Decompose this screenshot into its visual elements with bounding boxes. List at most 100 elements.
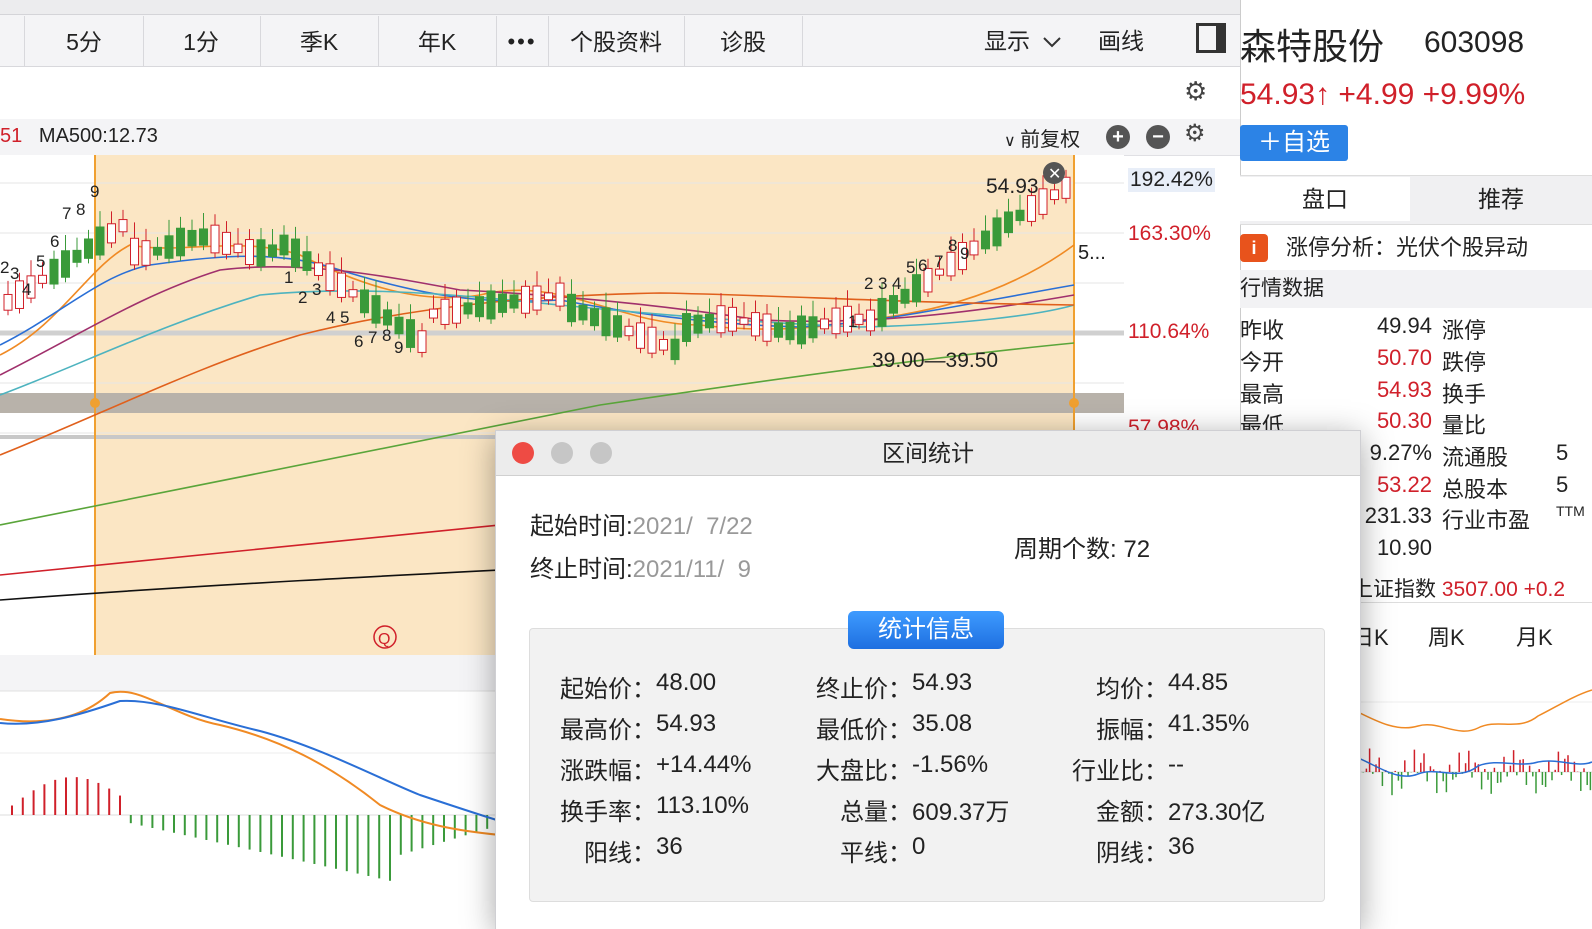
display-label: 显示: [984, 28, 1030, 54]
last-price-marker: 54.93: [986, 175, 1039, 198]
candle: [774, 322, 783, 338]
candle: [452, 296, 461, 324]
candle: [1027, 195, 1036, 222]
candle: [716, 305, 726, 334]
stat-label: 总量：: [840, 799, 912, 826]
limit-up-analysis[interactable]: i 涨停分析：光伏个股异动: [1240, 228, 1592, 268]
zoom-out-icon[interactable]: −: [1146, 125, 1170, 149]
tab-1min[interactable]: 1分: [142, 16, 261, 66]
range-statistics-dialog: 区间统计 起始时间:2021/ 7/22 终止时间:2021/11/ 9 周期个…: [495, 430, 1361, 929]
candle: [463, 302, 473, 315]
range-price-label: 39.00—39.50: [872, 349, 998, 372]
candle: [946, 251, 956, 277]
candle: [291, 238, 300, 268]
candle: [670, 338, 680, 361]
period-count-label: 周期个数:: [1014, 536, 1117, 563]
candle: [866, 309, 875, 332]
price-zone-band: [0, 393, 1124, 413]
pct-axis-label-3: 110.64%: [1128, 320, 1210, 343]
tab-diagnose[interactable]: 诊股: [684, 16, 803, 66]
toggle-sidebar-icon[interactable]: [1196, 23, 1226, 53]
fuquan-dropdown[interactable]: ∨ 前复权: [1004, 123, 1080, 152]
candle: [981, 230, 990, 250]
candle: [302, 251, 312, 271]
more-menu-button[interactable]: •••: [496, 16, 549, 66]
candle: [49, 258, 59, 285]
stat-label: 换手率：: [560, 799, 656, 826]
td-sequence-label: 3: [10, 264, 19, 283]
index-row[interactable]: 上证指数 3507.00 +0.2: [1352, 573, 1565, 603]
candle: [199, 228, 208, 246]
stat-label: 终止价：: [816, 676, 912, 703]
td-sequence-label: 9: [960, 244, 969, 263]
start-time-value: 2021/ 7/22: [632, 513, 753, 540]
candle: [590, 308, 599, 327]
ma-prefix: 51: [0, 125, 23, 147]
display-dropdown[interactable]: 显示: [984, 16, 1062, 66]
candle: [659, 338, 668, 351]
stat-label: 均价：: [1096, 676, 1168, 703]
stat-label: 涨跌幅：: [560, 758, 656, 785]
td-sequence-label: 1: [848, 312, 857, 331]
candle: [245, 239, 254, 266]
candle: [728, 306, 737, 332]
td-sequence-label: 1: [284, 268, 293, 287]
end-time-row: 终止时间:2021/11/ 9: [530, 549, 751, 584]
candle: [164, 235, 174, 259]
quote-label-2: 流通股: [1442, 445, 1509, 470]
candle: [61, 250, 70, 278]
limit-up-analysis-label: 涨停分析：光伏个股异动: [1286, 235, 1529, 260]
period-tab-week[interactable]: 周K: [1428, 620, 1465, 652]
candle: [636, 322, 645, 349]
tab-pankou[interactable]: 盘口: [1240, 177, 1410, 221]
period-tab-month[interactable]: 月K: [1516, 620, 1553, 652]
quote-label: 今开: [1240, 350, 1285, 375]
candle: [544, 292, 553, 301]
candle: [153, 246, 162, 256]
candle: [256, 239, 266, 267]
stat-value: 54.93: [656, 710, 717, 737]
tab-recommend[interactable]: 推荐: [1410, 177, 1592, 221]
candle: [808, 316, 818, 339]
candle: [739, 317, 749, 325]
td-sequence-label: 8: [76, 200, 85, 219]
draw-line-button[interactable]: 画线: [1098, 16, 1144, 66]
quote-value-2: TTM: [1556, 503, 1585, 519]
candle: [601, 307, 611, 337]
mini-index-chart[interactable]: [1358, 662, 1592, 928]
quote-value-2: 5: [1556, 440, 1569, 465]
quote-label-2: 涨停: [1442, 318, 1487, 343]
stock-price-change: 54.93↑ +4.99 +9.99%: [1240, 78, 1526, 111]
candle: [314, 262, 323, 276]
candle: [992, 217, 1002, 247]
zoom-in-icon[interactable]: +: [1106, 125, 1130, 149]
td-sequence-label: 3: [878, 274, 887, 293]
stat-label: 平线：: [840, 840, 912, 867]
quote-value: 49.94: [1376, 313, 1432, 338]
tab-5min[interactable]: 5分: [24, 16, 144, 66]
statistics-info-button[interactable]: 统计信息: [848, 611, 1004, 649]
tab-year-k[interactable]: 年K: [378, 16, 497, 66]
candle: [1038, 188, 1048, 215]
tab-quarter-k[interactable]: 季K: [260, 16, 379, 66]
td-sequence-label: 6: [354, 332, 363, 351]
candle: [613, 315, 622, 338]
td-sequence-label: 6: [50, 232, 59, 251]
candle: [417, 330, 427, 353]
end-time-value: 2021/11/ 9: [632, 556, 751, 583]
period-count-value: 72: [1123, 536, 1151, 563]
candle: [176, 227, 185, 257]
stat-value: 36: [656, 833, 683, 860]
td-sequence-label: 4: [326, 308, 335, 327]
candle: [762, 313, 772, 342]
candle: [705, 313, 714, 329]
td-sequence-label: 8: [382, 326, 391, 345]
chart-settings-gear-icon[interactable]: ⚙: [1184, 119, 1206, 148]
tab-stock-profile[interactable]: 个股资料: [548, 16, 685, 66]
td-sequence-label: 9: [90, 182, 99, 201]
add-watchlist-button[interactable]: ＋自选: [1240, 125, 1348, 161]
stat-value: 54.93: [912, 669, 973, 696]
settings-gear-icon[interactable]: ⚙: [1184, 76, 1207, 107]
td-sequence-label: 8: [948, 236, 957, 255]
candle: [84, 238, 93, 259]
